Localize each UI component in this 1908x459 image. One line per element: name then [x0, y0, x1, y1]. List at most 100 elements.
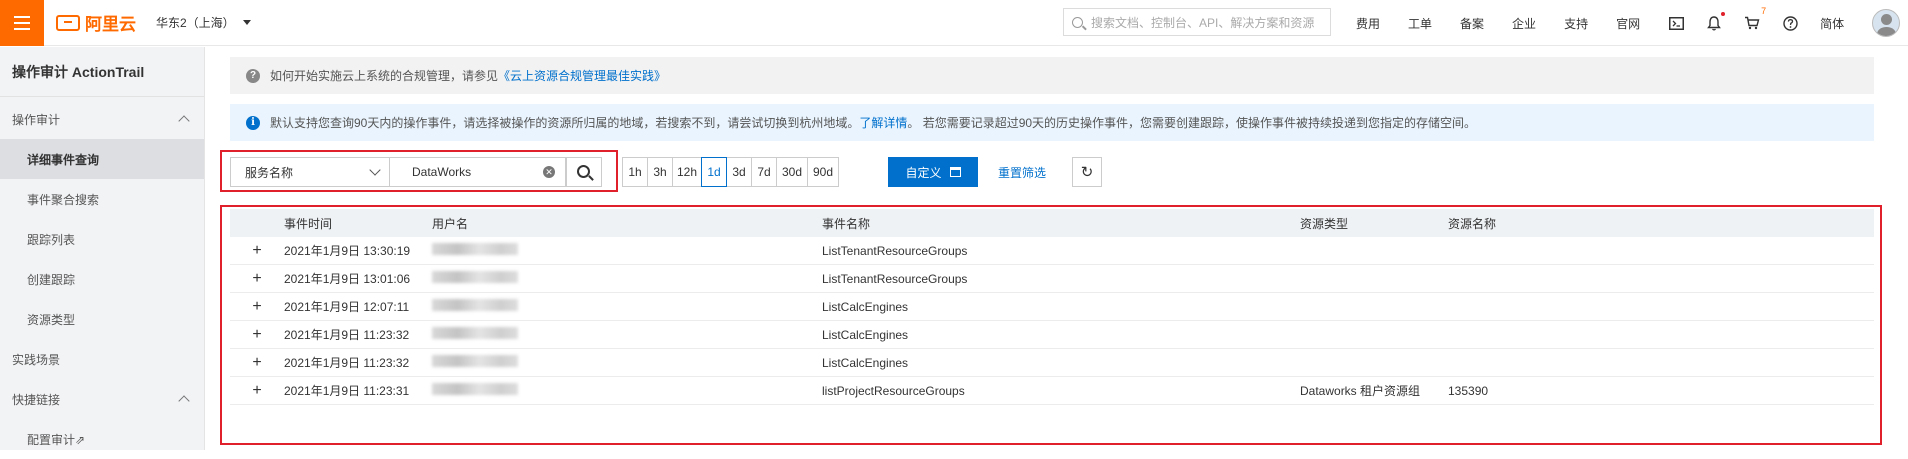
table-row[interactable]: + 2021年1月9日 11:23:31 listProjectResource…: [230, 377, 1874, 405]
table-row[interactable]: + 2021年1月9日 12:07:11 ListCalcEngines: [230, 293, 1874, 321]
cell-event: listProjectResourceGroups: [822, 383, 965, 398]
cell-time: 2021年1月9日 11:23:32: [284, 328, 410, 342]
sidebar-section-practices[interactable]: 实践场景: [0, 339, 204, 379]
sidebar-item-aggregate-search[interactable]: 事件聚合搜索: [0, 179, 204, 219]
redacted-blur: [432, 383, 518, 395]
compliance-tip-text: 如何开始实施云上系统的合规管理，请参见: [270, 69, 499, 83]
nav-tickets[interactable]: 工单: [1408, 15, 1432, 32]
sidebar-section-label: 实践场景: [12, 352, 61, 367]
expand-icon[interactable]: +: [230, 242, 284, 260]
search-button[interactable]: [566, 157, 602, 187]
time-option-12h[interactable]: 12h: [672, 157, 702, 187]
chevron-down-icon: [369, 164, 381, 176]
time-range-group: 1h 3h 12h 1d 3d 7d 30d 90d: [622, 157, 839, 187]
chevron-up-icon: [178, 115, 190, 127]
time-option-3h[interactable]: 3h: [647, 157, 673, 187]
time-option-3d[interactable]: 3d: [726, 157, 752, 187]
bell-icon[interactable]: [1706, 12, 1726, 31]
info-tip-text1: 默认支持您查询90天内的操作事件，请选择被操作的资源所归属的地域，若搜索不到，请…: [270, 116, 860, 130]
region-label: 华东2（上海）: [156, 16, 235, 30]
nav-icp[interactable]: 备案: [1460, 15, 1484, 32]
table-header: 事件时间 用户名 事件名称 资源类型 资源名称: [230, 209, 1874, 237]
compliance-link[interactable]: 《云上资源合规管理最佳实践》: [498, 67, 666, 84]
cell-username-redacted: [432, 383, 822, 398]
info-tip-text2: 。 若您需要记录超过90天的历史操作事件，您需要创建跟踪，使操作事件被持续投递到…: [907, 116, 1477, 130]
user-avatar[interactable]: [1872, 9, 1901, 37]
chevron-up-icon: [178, 395, 190, 407]
sidebar-item-trail-list[interactable]: 跟踪列表: [0, 219, 204, 259]
sidebar-section-label: 操作审计: [12, 112, 61, 127]
caret-down-icon: [242, 20, 251, 25]
hamburger-menu-icon[interactable]: [0, 0, 44, 46]
table-row[interactable]: + 2021年1月9日 13:30:19 ListTenantResourceG…: [230, 237, 1874, 265]
refresh-button[interactable]: ↻: [1072, 157, 1102, 187]
help-icon[interactable]: [1782, 15, 1798, 31]
compliance-tip: ? 如何开始实施云上系统的合规管理，请参见 《云上资源合规管理最佳实践》: [230, 57, 1874, 94]
calendar-icon: [949, 167, 961, 177]
global-search-placeholder: 搜索文档、控制台、API、解决方案和资源: [1091, 15, 1315, 30]
time-option-1h[interactable]: 1h: [622, 157, 648, 187]
cell-resource-type: Dataworks 租户资源组: [1300, 384, 1421, 398]
terminal-icon[interactable]: [1668, 15, 1684, 31]
cell-resource-name: 135390: [1448, 383, 1489, 398]
sidebar: 操作审计 ActionTrail 操作审计 详细事件查询 事件聚合搜索 跟踪列表…: [0, 47, 205, 450]
aliyun-logo-mark-icon: [56, 14, 80, 31]
table-row[interactable]: + 2021年1月9日 13:01:06 ListTenantResourceG…: [230, 265, 1874, 293]
cell-username-redacted: [432, 299, 822, 314]
time-option-90d[interactable]: 90d: [807, 157, 839, 187]
main-content: ? 如何开始实施云上系统的合规管理，请参见 《云上资源合规管理最佳实践》 i 默…: [206, 47, 1908, 450]
nav-fees[interactable]: 费用: [1356, 15, 1380, 32]
header-event-name[interactable]: 事件名称: [822, 215, 1300, 232]
header-event-time[interactable]: 事件时间: [284, 215, 432, 232]
refresh-icon: ↻: [1080, 164, 1094, 181]
sidebar-section-label: 快捷链接: [12, 392, 61, 407]
sidebar-section-quicklinks[interactable]: 快捷链接: [0, 379, 204, 419]
expand-icon[interactable]: +: [230, 354, 284, 372]
cell-event: ListTenantResourceGroups: [822, 243, 968, 258]
header-nav: 费用 工单 备案 企业 支持 官网 7 简体: [1356, 0, 1901, 46]
nav-official-site[interactable]: 官网: [1616, 15, 1640, 32]
time-option-1d[interactable]: 1d: [701, 157, 727, 187]
redacted-blur: [432, 299, 518, 311]
filter-attribute-select[interactable]: 服务名称: [230, 157, 390, 187]
global-search-input[interactable]: 搜索文档、控制台、API、解决方案和资源: [1063, 8, 1331, 36]
time-option-7d[interactable]: 7d: [751, 157, 777, 187]
expand-icon[interactable]: +: [230, 326, 284, 344]
custom-time-button[interactable]: 自定义: [888, 157, 978, 187]
filter-value-input[interactable]: DataWorks ✕: [390, 157, 566, 187]
aliyun-logo[interactable]: 阿里云: [56, 10, 136, 35]
table-row[interactable]: + 2021年1月9日 11:23:32 ListCalcEngines: [230, 349, 1874, 377]
learn-more-link[interactable]: 了解详情: [859, 114, 907, 131]
search-icon: [1072, 16, 1083, 28]
sidebar-item-event-query[interactable]: 详细事件查询: [0, 139, 204, 179]
time-option-30d[interactable]: 30d: [776, 157, 808, 187]
expand-icon[interactable]: +: [230, 270, 284, 288]
nav-enterprise[interactable]: 企业: [1512, 15, 1536, 32]
header-resource-type[interactable]: 资源类型: [1300, 215, 1448, 232]
sidebar-item-resource-types[interactable]: 资源类型: [0, 299, 204, 339]
cart-icon[interactable]: 7: [1744, 6, 1766, 31]
region-selector[interactable]: 华东2（上海）: [156, 14, 251, 31]
expand-icon[interactable]: +: [230, 382, 284, 400]
table-row[interactable]: + 2021年1月9日 11:23:32 ListCalcEngines: [230, 321, 1874, 349]
clear-icon[interactable]: ✕: [543, 166, 555, 178]
info-tip: i 默认支持您查询90天内的操作事件，请选择被操作的资源所归属的地域，若搜索不到…: [230, 104, 1874, 141]
cell-username-redacted: [432, 355, 822, 370]
redacted-blur: [432, 271, 518, 283]
sidebar-item-label: 详细事件查询: [27, 152, 100, 167]
nav-support[interactable]: 支持: [1564, 15, 1588, 32]
cell-time: 2021年1月9日 13:01:06: [284, 272, 411, 286]
notification-dot: [1721, 12, 1726, 16]
sidebar-item-label: 创建跟踪: [27, 272, 76, 287]
expand-icon[interactable]: +: [230, 298, 284, 316]
header-resource-name[interactable]: 资源名称: [1448, 215, 1648, 232]
header-username[interactable]: 用户名: [432, 215, 822, 232]
sidebar-section-audit[interactable]: 操作审计: [0, 99, 204, 139]
search-icon: [576, 164, 590, 178]
reset-filters-link[interactable]: 重置筛选: [998, 157, 1046, 187]
language-switch[interactable]: 简体: [1820, 15, 1844, 32]
redacted-blur: [432, 243, 518, 255]
sidebar-item-create-trail[interactable]: 创建跟踪: [0, 259, 204, 299]
sidebar-item-label: 跟踪列表: [27, 232, 76, 247]
sidebar-item-config-audit[interactable]: 配置审计⇗: [0, 419, 204, 459]
